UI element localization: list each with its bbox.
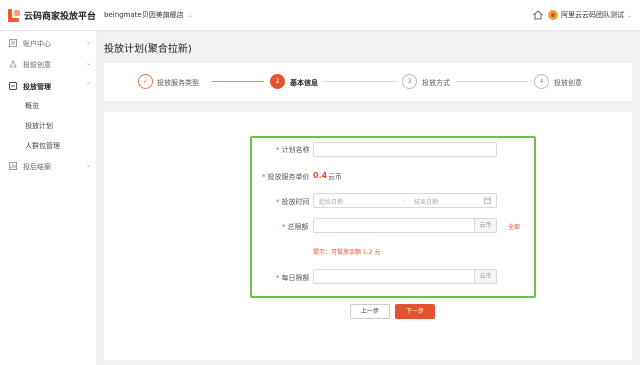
step-connector (212, 81, 264, 82)
page-title: 投放计划(聚合拉新) (104, 44, 192, 55)
next-step-button[interactable]: 下一步 (395, 304, 435, 319)
top-bar: 云码商家投放平台 beingmate贝因美旗舰店 ⌄ 阿里云云码团队测试 ⌄ (0, 0, 640, 31)
avatar[interactable] (548, 10, 558, 20)
step-number-3: 3 (402, 74, 417, 89)
sidebar-item-label: 账户中心 (23, 40, 51, 48)
step-label-service-type: 投放服务类型 (157, 79, 199, 87)
sidebar-item-account-center[interactable]: 账户中心 ⌄ (0, 34, 97, 52)
chevron-up-icon: ⌃ (86, 82, 92, 89)
creative-icon (9, 60, 17, 68)
daily-limit-unit: 云币 (474, 270, 496, 283)
daily-limit-input[interactable]: 云币 (313, 269, 497, 284)
plan-name-label: * 计划名称 (276, 146, 310, 154)
account-name: 阿里云云码团队测试 (561, 11, 624, 19)
step-done-check-icon: ✓ (138, 74, 153, 89)
unit-price-label: * 投放服务单价 (262, 173, 310, 181)
total-limit-unit: 云币 (474, 219, 496, 232)
chevron-down-icon: ⌄ (187, 12, 193, 19)
daily-limit-label: * 每日限额 (276, 274, 310, 282)
total-limit-label: * 总限额 (282, 223, 309, 231)
balance-hint: 提示：可投放余额 1.2 元 (313, 249, 381, 256)
date-range-picker[interactable]: 起始日期 - 结束日期 (313, 193, 497, 208)
report-icon (9, 162, 17, 170)
total-limit-input[interactable]: 云币 (313, 218, 497, 233)
sidebar-item-label: 投前创意 (23, 61, 51, 69)
sidebar-item-post-review[interactable]: 投后结案 ⌄ (0, 157, 97, 175)
all-balance-link[interactable]: 全部 (508, 222, 520, 231)
date-separator: - (404, 197, 407, 204)
sidebar-item-label: 投后结案 (23, 163, 51, 171)
step-label-creative: 投放创意 (554, 79, 582, 87)
step-connector (456, 81, 528, 82)
user-menu[interactable]: 阿里云云码团队测试 ⌄ (561, 10, 632, 20)
end-date-placeholder: 结束日期 (414, 199, 439, 206)
sidebar-item-label: 投放管理 (23, 83, 51, 91)
step-number-2: 2 (270, 74, 285, 89)
sidebar-subitem-audiences[interactable]: 人群包管理 (25, 141, 60, 151)
sidebar-item-campaign-management[interactable]: 投放管理 ⌃ (0, 77, 97, 95)
chevron-down-icon: ⌄ (86, 60, 92, 67)
home-icon[interactable] (532, 9, 544, 21)
campaign-icon (9, 82, 17, 90)
sidebar: 账户中心 ⌄ 投前创意 ⌄ 投放管理 ⌃ 概览 投放计划 人群包管理 投后结案 … (0, 31, 97, 365)
prev-step-button[interactable]: 上一步 (350, 304, 390, 319)
logo-icon (8, 9, 21, 22)
step-connector (322, 81, 397, 82)
step-label-basic-info: 基本信息 (290, 79, 318, 87)
chevron-down-icon: ⌄ (86, 39, 92, 46)
plan-name-input[interactable] (313, 142, 497, 157)
step-number-4: 4 (534, 74, 549, 89)
unit-price-unit: 云币 (328, 173, 342, 181)
chevron-down-icon: ⌄ (627, 12, 633, 19)
unit-price-value: 0.4 (313, 171, 328, 180)
store-selector[interactable]: beingmate贝因美旗舰店 ⌄ (104, 10, 193, 20)
account-icon (9, 39, 17, 47)
schedule-label: * 投放时间 (276, 198, 310, 206)
app-title: 云码商家投放平台 (24, 12, 97, 22)
store-name: beingmate贝因美旗舰店 (104, 11, 184, 19)
step-label-method: 投放方式 (422, 79, 450, 87)
sidebar-subitem-plans[interactable]: 投放计划 (25, 121, 53, 131)
sidebar-subitem-overview[interactable]: 概览 (25, 101, 39, 111)
start-date-placeholder: 起始日期 (319, 199, 344, 206)
chevron-down-icon: ⌄ (86, 162, 92, 169)
calendar-icon (484, 197, 491, 204)
sidebar-item-pre-creative[interactable]: 投前创意 ⌄ (0, 55, 97, 73)
